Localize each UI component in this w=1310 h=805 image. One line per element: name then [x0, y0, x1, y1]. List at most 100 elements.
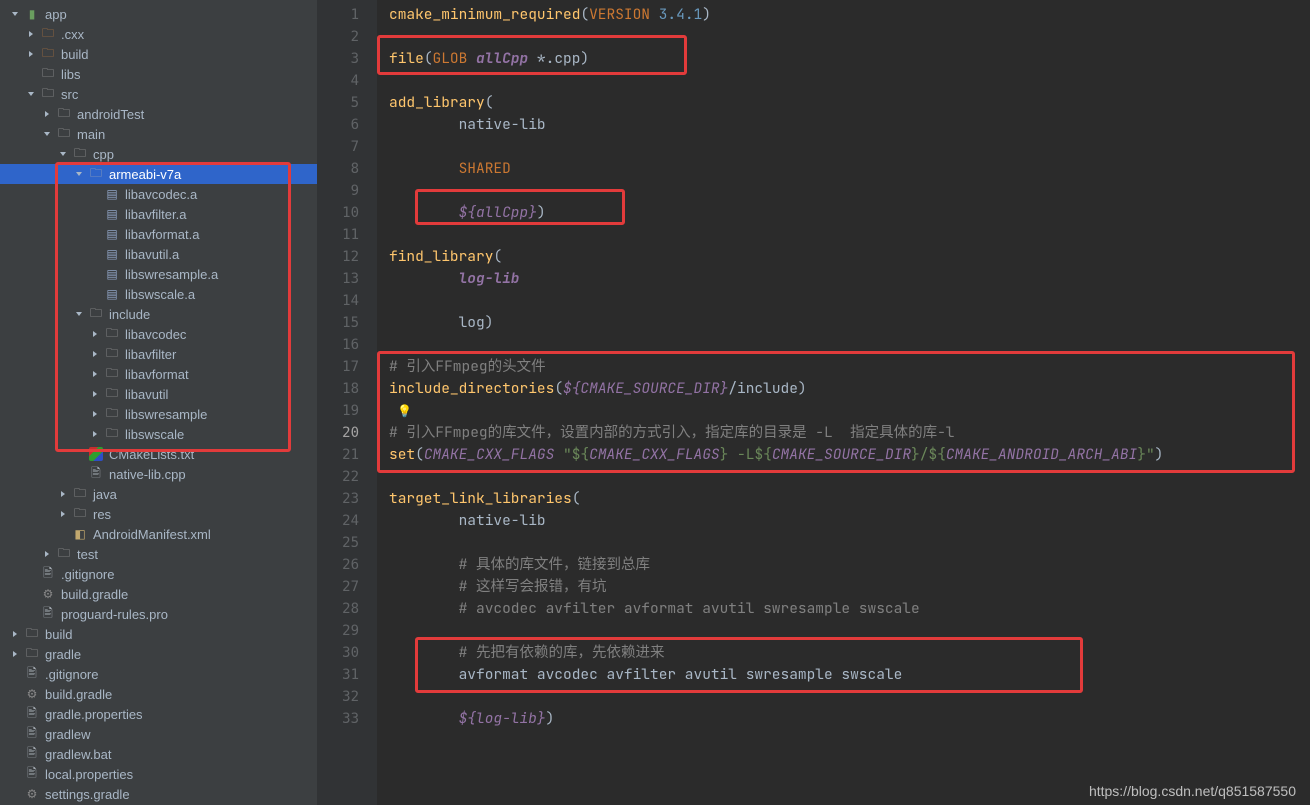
folder-icon: 🗀 — [104, 406, 120, 422]
tree-node[interactable]: 🖹.gitignore — [0, 564, 317, 584]
tree-twisty[interactable] — [24, 87, 38, 101]
line-number: 26 — [317, 554, 359, 576]
tree-node[interactable]: CMakeLists.txt — [0, 444, 317, 464]
tree-twisty[interactable] — [8, 647, 22, 661]
tree-node-label: gradlew — [45, 727, 91, 742]
tree-twisty[interactable] — [88, 347, 102, 361]
tree-node[interactable]: ◧AndroidManifest.xml — [0, 524, 317, 544]
cmake-file-icon — [88, 446, 104, 462]
tree-node[interactable]: 🖹gradlew.bat — [0, 744, 317, 764]
code-editor: 1234567891011121314151617181920212223242… — [317, 0, 1310, 805]
tree-node-label: res — [93, 507, 111, 522]
tree-node[interactable]: 🗀build — [0, 624, 317, 644]
file-icon: 🖹 — [88, 466, 104, 482]
tree-twisty[interactable] — [40, 547, 54, 561]
tree-node[interactable]: 🖹.gitignore — [0, 664, 317, 684]
tree-node[interactable]: ▤libswscale.a — [0, 284, 317, 304]
tree-node-label: settings.gradle — [45, 787, 130, 802]
line-number: 1 — [317, 4, 359, 26]
line-number: 28 — [317, 598, 359, 620]
folder-icon: 🗀 — [72, 506, 88, 522]
tree-node[interactable]: 🗀libavutil — [0, 384, 317, 404]
tree-node[interactable]: 🗀src — [0, 84, 317, 104]
line-number: 22 — [317, 466, 359, 488]
tree-node[interactable]: 🗀include — [0, 304, 317, 324]
tree-node[interactable]: ▮app — [0, 4, 317, 24]
tree-node[interactable]: 🖹gradle.properties — [0, 704, 317, 724]
tree-node[interactable]: 🖹gradlew — [0, 724, 317, 744]
tree-node[interactable]: 🗀libavformat — [0, 364, 317, 384]
line-number: 27 — [317, 576, 359, 598]
line-number: 24 — [317, 510, 359, 532]
tree-node-label: CMakeLists.txt — [109, 447, 194, 462]
line-number: 14 — [317, 290, 359, 312]
tree-node[interactable]: 🗀java — [0, 484, 317, 504]
tree-node[interactable]: ▤libswresample.a — [0, 264, 317, 284]
tree-twisty[interactable] — [56, 147, 70, 161]
tree-twisty[interactable] — [88, 407, 102, 421]
tree-twisty[interactable] — [24, 27, 38, 41]
tree-node[interactable]: 🗀libavcodec — [0, 324, 317, 344]
obj-file-icon: ▤ — [104, 286, 120, 302]
tree-twisty[interactable] — [72, 167, 86, 181]
tree-twisty[interactable] — [88, 327, 102, 341]
tree-node[interactable]: 🗀 cpp — [0, 144, 317, 164]
tree-node[interactable]: 🗀 res — [0, 504, 317, 524]
line-number: 2 — [317, 26, 359, 48]
tree-node[interactable]: ⚙settings.gradle — [0, 784, 317, 804]
tree-node[interactable]: 🗀build — [0, 44, 317, 64]
xml-file-icon: ◧ — [72, 526, 88, 542]
tree-twisty[interactable] — [56, 507, 70, 521]
project-tree[interactable]: ▮app🗀.cxx🗀build🗀libs🗀src🗀androidTest🗀mai… — [0, 0, 317, 805]
folder-icon: 🗀 — [56, 126, 72, 142]
tree-node-label: cpp — [93, 147, 114, 162]
tree-node[interactable]: 🖹proguard-rules.pro — [0, 604, 317, 624]
tree-twisty[interactable] — [24, 47, 38, 61]
line-number: 10 — [317, 202, 359, 224]
folder-icon: 🗀 — [104, 386, 120, 402]
line-number: 17 — [317, 356, 359, 378]
tree-node[interactable]: 🗀gradle — [0, 644, 317, 664]
tree-node[interactable]: 🗀libs — [0, 64, 317, 84]
tree-twisty[interactable] — [40, 107, 54, 121]
folder-icon: 🗀 — [104, 426, 120, 442]
tree-node-label: build.gradle — [45, 687, 112, 702]
tree-node[interactable]: ⚙build.gradle — [0, 584, 317, 604]
gradle-file-icon: ⚙ — [24, 686, 40, 702]
tree-node[interactable]: ▤libavutil.a — [0, 244, 317, 264]
tree-node[interactable]: ▤libavformat.a — [0, 224, 317, 244]
tree-twisty[interactable] — [88, 387, 102, 401]
line-number: 21 — [317, 444, 359, 466]
tree-node[interactable]: 🗀test — [0, 544, 317, 564]
tree-twisty[interactable] — [56, 487, 70, 501]
tree-node[interactable]: 🗀main — [0, 124, 317, 144]
tree-twisty[interactable] — [88, 427, 102, 441]
tree-node[interactable]: 🖹local.properties — [0, 764, 317, 784]
tree-node-label: libavformat — [125, 367, 189, 382]
tree-twisty[interactable] — [72, 307, 86, 321]
tree-node-label: test — [77, 547, 98, 562]
file-icon: 🖹 — [24, 666, 40, 682]
tree-node[interactable]: 🗀libswresample — [0, 404, 317, 424]
tree-twisty[interactable] — [8, 627, 22, 641]
file-icon: 🖹 — [40, 606, 56, 622]
tree-twisty[interactable] — [8, 7, 22, 21]
tree-node[interactable]: 🗀libavfilter — [0, 344, 317, 364]
obj-file-icon: ▤ — [104, 186, 120, 202]
tree-node[interactable]: 🗀libswscale — [0, 424, 317, 444]
line-number: 4 — [317, 70, 359, 92]
tree-node[interactable]: ▤libavcodec.a — [0, 184, 317, 204]
tree-node[interactable]: ▤libavfilter.a — [0, 204, 317, 224]
tree-node-label: gradlew.bat — [45, 747, 112, 762]
line-number: 33 — [317, 708, 359, 730]
tree-node[interactable]: 🗀armeabi-v7a — [0, 164, 317, 184]
tree-node[interactable]: 🖹native-lib.cpp — [0, 464, 317, 484]
intention-bulb-icon[interactable]: 💡 — [389, 403, 412, 419]
tree-node[interactable]: 🗀.cxx — [0, 24, 317, 44]
code-area[interactable]: cmake_minimum_required(VERSION 3.4.1) fi… — [377, 0, 1310, 805]
tree-twisty[interactable] — [40, 127, 54, 141]
tree-node[interactable]: ⚙ build.gradle — [0, 684, 317, 704]
tree-node[interactable]: 🗀androidTest — [0, 104, 317, 124]
tree-twisty[interactable] — [88, 367, 102, 381]
folder-icon: 🗀 — [72, 146, 88, 162]
